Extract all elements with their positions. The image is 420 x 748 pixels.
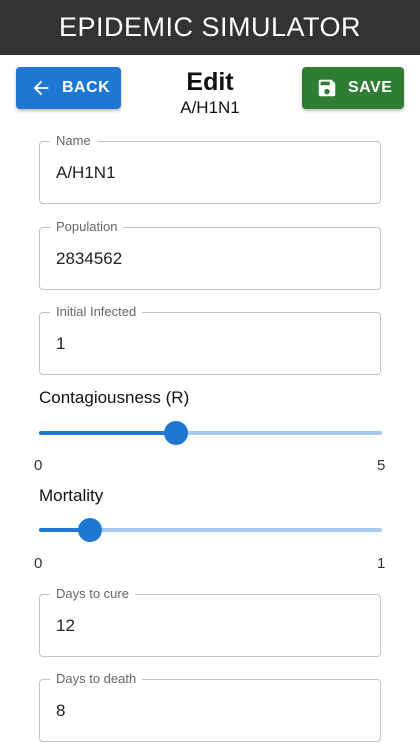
name-field-value[interactable]: A/H1N1: [56, 162, 356, 184]
contagiousness-label: Contagiousness (R): [39, 388, 190, 407]
name-field-label: Name: [50, 133, 97, 149]
edit-header: BACK Edit A/H1N1 SAVE: [0, 55, 420, 125]
name-field[interactable]: Name A/H1N1: [39, 133, 381, 204]
page-title: Edit: [186, 68, 234, 96]
arrow-left-icon: [30, 77, 52, 99]
contagiousness-slider[interactable]: [39, 418, 382, 448]
app-bar: EPIDEMIC SIMULATOR: [0, 0, 420, 55]
days-to-cure-field-label: Days to cure: [50, 586, 135, 602]
mortality-slider[interactable]: [39, 515, 382, 545]
contagiousness-min-label: 0: [34, 457, 43, 474]
initial-infected-field[interactable]: Initial Infected 1: [39, 304, 381, 375]
slider-track[interactable]: [39, 431, 177, 435]
slider-thumb[interactable]: [78, 518, 103, 542]
days-to-death-field-value[interactable]: 8: [56, 700, 356, 722]
population-field-label: Population: [50, 219, 124, 235]
days-to-death-field-label: Days to death: [50, 671, 143, 687]
population-field[interactable]: Population 2834562: [39, 219, 381, 290]
back-button[interactable]: BACK: [16, 67, 121, 109]
title-block: Edit A/H1N1: [140, 67, 280, 119]
population-field-value[interactable]: 2834562: [56, 248, 356, 270]
back-button-label: BACK: [62, 79, 111, 96]
page-subtitle: A/H1N1: [180, 98, 240, 117]
mortality-max-label: 1: [377, 555, 386, 572]
initial-infected-field-label: Initial Infected: [50, 304, 143, 320]
days-to-cure-field[interactable]: Days to cure 12: [39, 586, 381, 657]
save-button[interactable]: SAVE: [302, 67, 404, 109]
slider-thumb[interactable]: [164, 421, 189, 445]
save-button-label: SAVE: [348, 79, 393, 96]
days-to-cure-field-value[interactable]: 12: [56, 615, 356, 637]
floppy-disk-icon: [316, 77, 338, 99]
days-to-death-field[interactable]: Days to death 8: [39, 671, 381, 742]
contagiousness-max-label: 5: [377, 457, 386, 474]
initial-infected-field-value[interactable]: 1: [56, 333, 356, 355]
mortality-label: Mortality: [39, 486, 104, 505]
app-title: EPIDEMIC SIMULATOR: [58, 12, 362, 42]
mortality-min-label: 0: [34, 555, 43, 572]
